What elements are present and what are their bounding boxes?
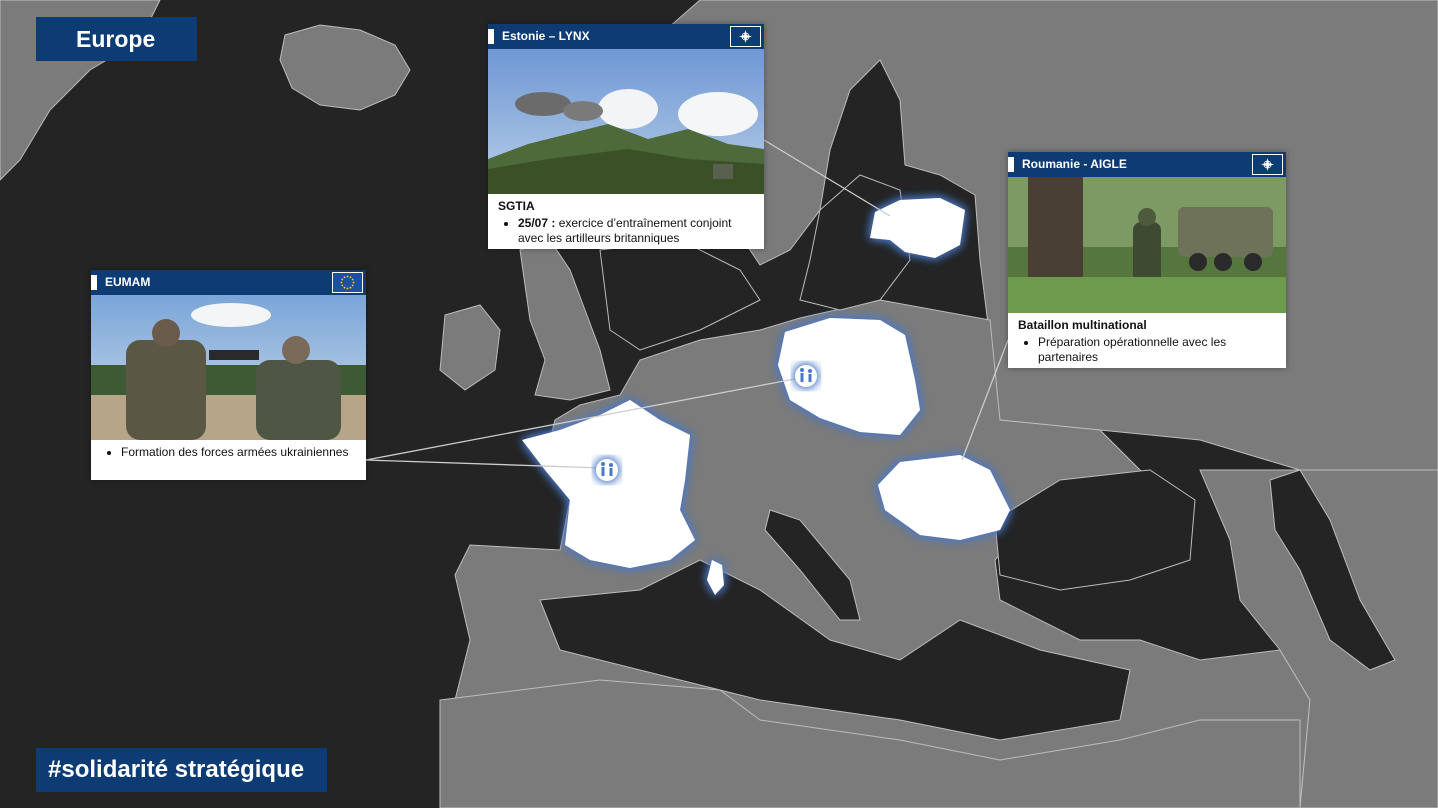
card-header: EUMAM — [91, 270, 366, 295]
card-estonia: Estonie – LYNX SGTIA 25/07 : exercice d’… — [488, 24, 764, 249]
list-item: Formation des forces armées ukrainiennes — [121, 445, 356, 460]
card-title: Estonie – LYNX — [502, 29, 590, 43]
card-photo — [1008, 177, 1286, 313]
nato-star-icon — [1252, 154, 1283, 175]
card-header: Estonie – LYNX — [488, 24, 764, 49]
card-romania: Roumanie - AIGLE Bataillon multinational… — [1008, 152, 1286, 368]
card-title: EUMAM — [105, 275, 151, 289]
header-bar — [91, 275, 97, 290]
card-header: Roumanie - AIGLE — [1008, 152, 1286, 177]
card-bullets: Formation des forces armées ukrainiennes — [101, 445, 356, 460]
page-title: Europe — [36, 17, 197, 61]
card-body: Formation des forces armées ukrainiennes — [91, 440, 366, 466]
soldiers-icon — [596, 459, 618, 481]
card-eumam: EUMAM Formation des forces armées ukrain… — [91, 270, 366, 480]
card-photo — [91, 295, 366, 440]
list-item: Préparation opérationnelle avec les part… — [1038, 335, 1276, 365]
header-bar — [488, 29, 494, 44]
card-body: Bataillon multinational Préparation opér… — [1008, 313, 1286, 371]
card-bullets: 25/07 : exercice d’entraînement conjoint… — [498, 216, 754, 246]
hashtag-label: #solidarité stratégique — [36, 748, 327, 792]
list-item: 25/07 : exercice d’entraînement conjoint… — [518, 216, 754, 246]
card-bullets: Préparation opérationnelle avec les part… — [1018, 335, 1276, 365]
card-heading: SGTIA — [498, 199, 535, 213]
eu-flag-icon — [332, 272, 363, 293]
card-body: SGTIA 25/07 : exercice d’entraînement co… — [488, 194, 764, 252]
soldiers-icon — [795, 365, 817, 387]
card-photo — [488, 49, 764, 194]
card-heading: Bataillon multinational — [1018, 318, 1147, 332]
bullet-date: 25/07 : — [518, 216, 556, 230]
card-title: Roumanie - AIGLE — [1022, 157, 1127, 171]
nato-star-icon — [730, 26, 761, 47]
header-bar — [1008, 157, 1014, 172]
